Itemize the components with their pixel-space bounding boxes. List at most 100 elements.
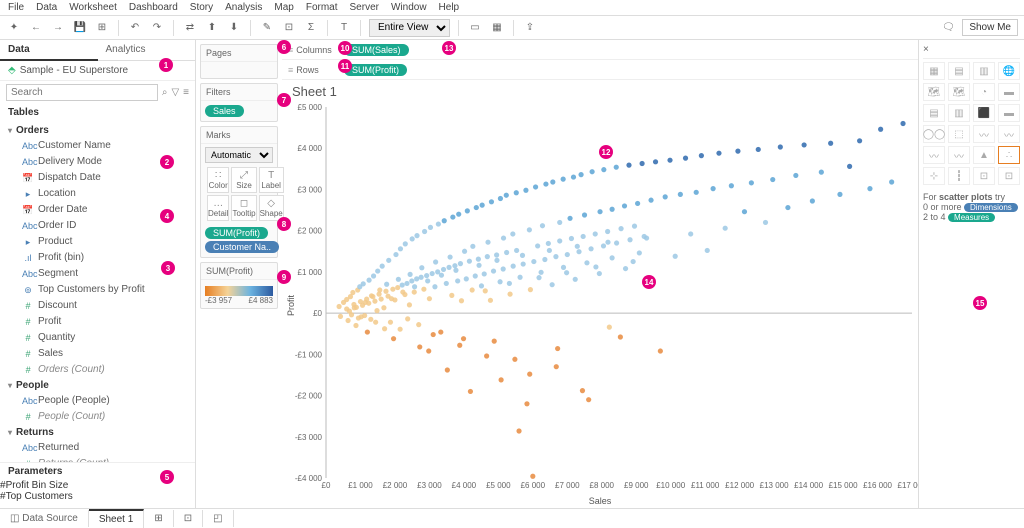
field-profit-bin-[interactable]: .ılProfit (bin) xyxy=(0,250,195,266)
label-icon[interactable]: T xyxy=(336,20,352,36)
field-top-customers[interactable]: #Top Customers xyxy=(0,491,195,502)
showme-type-13[interactable]: ⬚ xyxy=(948,125,970,143)
marks-size-button[interactable]: ⤢Size xyxy=(231,167,256,193)
menu-dashboard[interactable]: Dashboard xyxy=(129,2,178,13)
field-people-people-[interactable]: AbcPeople (People) xyxy=(0,393,195,409)
sort-asc-icon[interactable]: ⬆ xyxy=(204,20,220,36)
present-icon[interactable]: ▭ xyxy=(467,20,483,36)
close-icon[interactable]: × xyxy=(923,44,929,55)
field-product[interactable]: ▸Product xyxy=(0,234,195,250)
showme-toggle[interactable]: Show Me xyxy=(962,19,1018,36)
columns-pill[interactable]: SUM(Sales) xyxy=(344,44,409,56)
showme-type-18[interactable]: ▲ xyxy=(973,146,995,164)
menu-server[interactable]: Server xyxy=(350,2,379,13)
share-icon[interactable]: ⇪ xyxy=(522,20,538,36)
marks-shape-button[interactable]: ◇Shape xyxy=(259,195,284,221)
rows-shelf[interactable]: Rows SUM(Profit) xyxy=(282,60,918,80)
fit-select[interactable]: Entire View xyxy=(369,19,450,37)
group-returns[interactable]: Returns xyxy=(0,425,195,440)
sheet-title[interactable]: Sheet 1 xyxy=(282,80,918,103)
field-customer-name[interactable]: AbcCustomer Name xyxy=(0,138,195,154)
columns-shelf[interactable]: Columns SUM(Sales) xyxy=(282,40,918,60)
search-icon[interactable]: ⌕ xyxy=(162,87,168,98)
field-orders-count-[interactable]: #Orders (Count) xyxy=(0,362,195,378)
field-segment[interactable]: AbcSegment xyxy=(0,266,195,282)
color-legend-card[interactable]: SUM(Profit) -£3 957£4 883 xyxy=(200,262,278,309)
field-delivery-mode[interactable]: AbcDelivery Mode xyxy=(0,154,195,170)
mark-pill-profit[interactable]: SUM(Profit) xyxy=(205,227,268,239)
menu-story[interactable]: Story xyxy=(190,2,213,13)
field-quantity[interactable]: #Quantity xyxy=(0,330,195,346)
showme-type-9[interactable]: ▥ xyxy=(948,104,970,122)
showme-type-15[interactable]: 〰 xyxy=(998,125,1020,143)
pages-card[interactable]: Pages xyxy=(200,44,278,79)
datasource-row[interactable]: Sample - EU Superstore xyxy=(0,61,195,81)
redo-icon[interactable]: ↷ xyxy=(149,20,165,36)
menu-analysis[interactable]: Analysis xyxy=(225,2,262,13)
marks-card[interactable]: Marks Automatic ∷Color⤢SizeTLabel…Detail… xyxy=(200,126,278,258)
showme-type-0[interactable]: ▦ xyxy=(923,62,945,80)
field-order-date[interactable]: 📅Order Date xyxy=(0,202,195,218)
totals-icon[interactable]: Σ xyxy=(303,20,319,36)
mark-pill-customer[interactable]: Customer Na.. xyxy=(205,241,279,253)
search-input[interactable] xyxy=(6,84,158,101)
marktype-select[interactable]: Automatic xyxy=(205,147,273,163)
showme-type-17[interactable]: 〰 xyxy=(948,146,970,164)
highlight-icon[interactable]: ✎ xyxy=(259,20,275,36)
filter-icon[interactable]: ▽ xyxy=(171,87,179,98)
field-location[interactable]: ▸Location xyxy=(0,186,195,202)
showme-type-20[interactable]: ⊹ xyxy=(923,167,945,185)
showme-type-10[interactable]: ⬛ xyxy=(973,104,995,122)
group-orders[interactable]: Orders xyxy=(0,123,195,138)
showme-type-12[interactable]: ◯◯ xyxy=(923,125,945,143)
field-order-id[interactable]: AbcOrder ID xyxy=(0,218,195,234)
field-discount[interactable]: #Discount xyxy=(0,298,195,314)
rows-pill[interactable]: SUM(Profit) xyxy=(344,64,407,76)
new-ds-icon[interactable]: ⊞ xyxy=(94,20,110,36)
showme-type-6[interactable]: ◔ xyxy=(973,83,995,101)
menu-icon[interactable]: ≡ xyxy=(183,87,189,98)
forward-icon[interactable]: → xyxy=(50,20,66,36)
field-profit-bin-size[interactable]: #Profit Bin Size xyxy=(0,480,195,491)
group-people[interactable]: People xyxy=(0,378,195,393)
guide-icon[interactable]: 🗨 xyxy=(940,20,956,36)
menu-help[interactable]: Help xyxy=(439,2,460,13)
showme-type-19[interactable]: ∴ xyxy=(998,146,1020,164)
menu-format[interactable]: Format xyxy=(306,2,338,13)
tab-sheet1[interactable]: Sheet 1 xyxy=(89,509,144,528)
field-dispatch-date[interactable]: 📅Dispatch Date xyxy=(0,170,195,186)
showme-type-2[interactable]: ▥ xyxy=(973,62,995,80)
back-icon[interactable]: ← xyxy=(28,20,44,36)
menu-window[interactable]: Window xyxy=(391,2,427,13)
new-dashboard-icon[interactable]: ⊡ xyxy=(174,510,203,527)
showme-type-4[interactable]: 🗺 xyxy=(923,83,945,101)
field-sales[interactable]: #Sales xyxy=(0,346,195,362)
showme-type-21[interactable]: ┇ xyxy=(948,167,970,185)
field-profit[interactable]: #Profit xyxy=(0,314,195,330)
tab-data[interactable]: Data xyxy=(0,40,98,61)
sort-desc-icon[interactable]: ⬇ xyxy=(226,20,242,36)
showme-type-8[interactable]: ▤ xyxy=(923,104,945,122)
tab-datasource[interactable]: ◫ Data Source xyxy=(0,510,89,527)
showme-type-3[interactable]: 🌐 xyxy=(998,62,1020,80)
showme-type-14[interactable]: 〰 xyxy=(973,125,995,143)
menu-map[interactable]: Map xyxy=(274,2,293,13)
filters-card[interactable]: Filters Sales xyxy=(200,83,278,122)
marks-color-button[interactable]: ∷Color xyxy=(207,167,229,193)
menu-file[interactable]: File xyxy=(8,2,24,13)
marks-label-button[interactable]: TLabel xyxy=(259,167,284,193)
showme-type-11[interactable]: ▬ xyxy=(998,104,1020,122)
field-top-customers-by-profit[interactable]: ⊚Top Customers by Profit xyxy=(0,282,195,298)
swap-icon[interactable]: ⇄ xyxy=(182,20,198,36)
undo-icon[interactable]: ↶ xyxy=(127,20,143,36)
showme-type-7[interactable]: ▬ xyxy=(998,83,1020,101)
showme-type-23[interactable]: ⊡ xyxy=(998,167,1020,185)
menu-worksheet[interactable]: Worksheet xyxy=(69,2,117,13)
field-returned[interactable]: AbcReturned xyxy=(0,440,195,456)
scatter-plot[interactable]: -£4 000-£3 000-£2 000-£1 000£0£1 000£2 0… xyxy=(282,103,918,508)
showme-type-22[interactable]: ⊡ xyxy=(973,167,995,185)
showme-type-5[interactable]: 🗺 xyxy=(948,83,970,101)
save-icon[interactable]: 💾 xyxy=(72,20,88,36)
cards-icon[interactable]: ▦ xyxy=(489,20,505,36)
group-icon[interactable]: ⊡ xyxy=(281,20,297,36)
